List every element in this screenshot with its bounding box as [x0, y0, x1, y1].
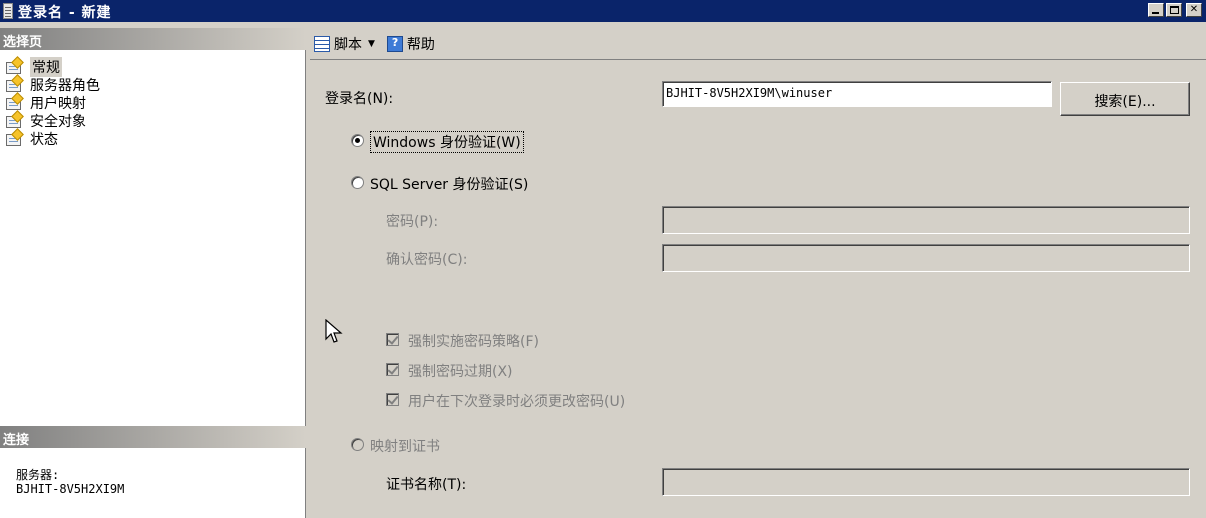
page-item-label: 安全对象: [30, 114, 86, 130]
enforce-policy-label: 强制实施密码策略(F): [408, 334, 539, 350]
login-name-input[interactable]: BJHIT-8V5H2XI9M\winuser: [662, 81, 1052, 107]
close-button[interactable]: ✕: [1186, 3, 1202, 17]
window-icon: [3, 3, 13, 19]
cert-name-label: 证书名称(T):: [386, 477, 467, 493]
sql-auth-radio[interactable]: [351, 176, 364, 189]
password-label: 密码(P):: [386, 214, 439, 230]
window-title: 登录名 - 新建: [18, 5, 112, 21]
enforce-expiration-label: 强制密码过期(X): [408, 364, 513, 380]
maximize-button[interactable]: [1166, 3, 1182, 17]
confirm-password-label: 确认密码(C):: [386, 252, 468, 268]
connection-header: 连接: [0, 426, 306, 448]
page-item-label: 用户映射: [30, 96, 86, 112]
enforce-policy-checkbox[interactable]: [386, 333, 399, 346]
page-item-securables[interactable]: 安全对象: [6, 110, 100, 130]
page-item-label: 常规: [30, 57, 62, 77]
must-change-label: 用户在下次登录时必须更改密码(U): [408, 394, 626, 410]
login-name-label: 登录名(N):: [325, 91, 394, 107]
map-cert-label: 映射到证书: [370, 439, 440, 455]
select-page-header: 选择页: [0, 28, 306, 50]
cert-name-select[interactable]: [662, 468, 1190, 496]
page-icon: [6, 110, 24, 129]
help-button[interactable]: 帮助: [386, 34, 435, 54]
server-value: BJHIT-8V5H2XI9M: [16, 482, 125, 496]
windows-auth-radio[interactable]: [351, 134, 364, 147]
windows-auth-label[interactable]: Windows 身份验证(W): [370, 131, 524, 153]
chevron-down-icon[interactable]: ▼: [368, 39, 375, 49]
maximize-icon: [1170, 6, 1179, 14]
page-item-label: 服务器角色: [30, 78, 100, 94]
enforce-expiration-checkbox[interactable]: [386, 363, 399, 376]
page-item-server-roles[interactable]: 服务器角色: [6, 74, 100, 94]
close-icon: ✕: [1189, 4, 1199, 15]
help-icon: [386, 35, 403, 52]
confirm-password-input[interactable]: [662, 244, 1190, 272]
page-item-status[interactable]: 状态: [6, 128, 100, 148]
general-page-form: 登录名(N): BJHIT-8V5H2XI9M\winuser 搜索(E)...…: [310, 60, 1206, 518]
minimize-icon: [1152, 12, 1159, 14]
toolbar: 脚本 ▼ 帮助: [310, 28, 1206, 60]
page-item-label: 状态: [30, 132, 58, 148]
title-bar: 登录名 - 新建 ✕: [0, 0, 1206, 22]
password-input[interactable]: [662, 206, 1190, 234]
page-list: 常规 服务器角色 用户映射 安全对象 状态: [6, 56, 100, 148]
page-item-general[interactable]: 常规: [6, 56, 100, 77]
script-label: 脚本: [334, 36, 362, 53]
must-change-checkbox[interactable]: [386, 393, 399, 406]
page-icon: [6, 128, 24, 147]
page-icon: [6, 74, 24, 93]
help-label: 帮助: [406, 36, 435, 53]
minimize-button[interactable]: [1148, 3, 1164, 17]
sql-auth-label[interactable]: SQL Server 身份验证(S): [370, 174, 528, 194]
connection-info: 服务器: BJHIT-8V5H2XI9M: [16, 468, 124, 496]
page-icon: [6, 56, 24, 75]
script-button[interactable]: 脚本 ▼: [314, 34, 375, 54]
search-button[interactable]: 搜索(E)...: [1060, 82, 1190, 116]
map-cert-radio[interactable]: [351, 438, 364, 451]
mouse-cursor-icon: [325, 319, 343, 343]
page-item-user-mapping[interactable]: 用户映射: [6, 92, 100, 112]
left-pane: 选择页 常规 服务器角色 用户映射 安全对象 状态 连接 服务器: BJHIT-…: [0, 28, 306, 518]
script-icon: [314, 35, 330, 52]
page-icon: [6, 92, 24, 111]
server-label: 服务器:: [16, 468, 60, 482]
